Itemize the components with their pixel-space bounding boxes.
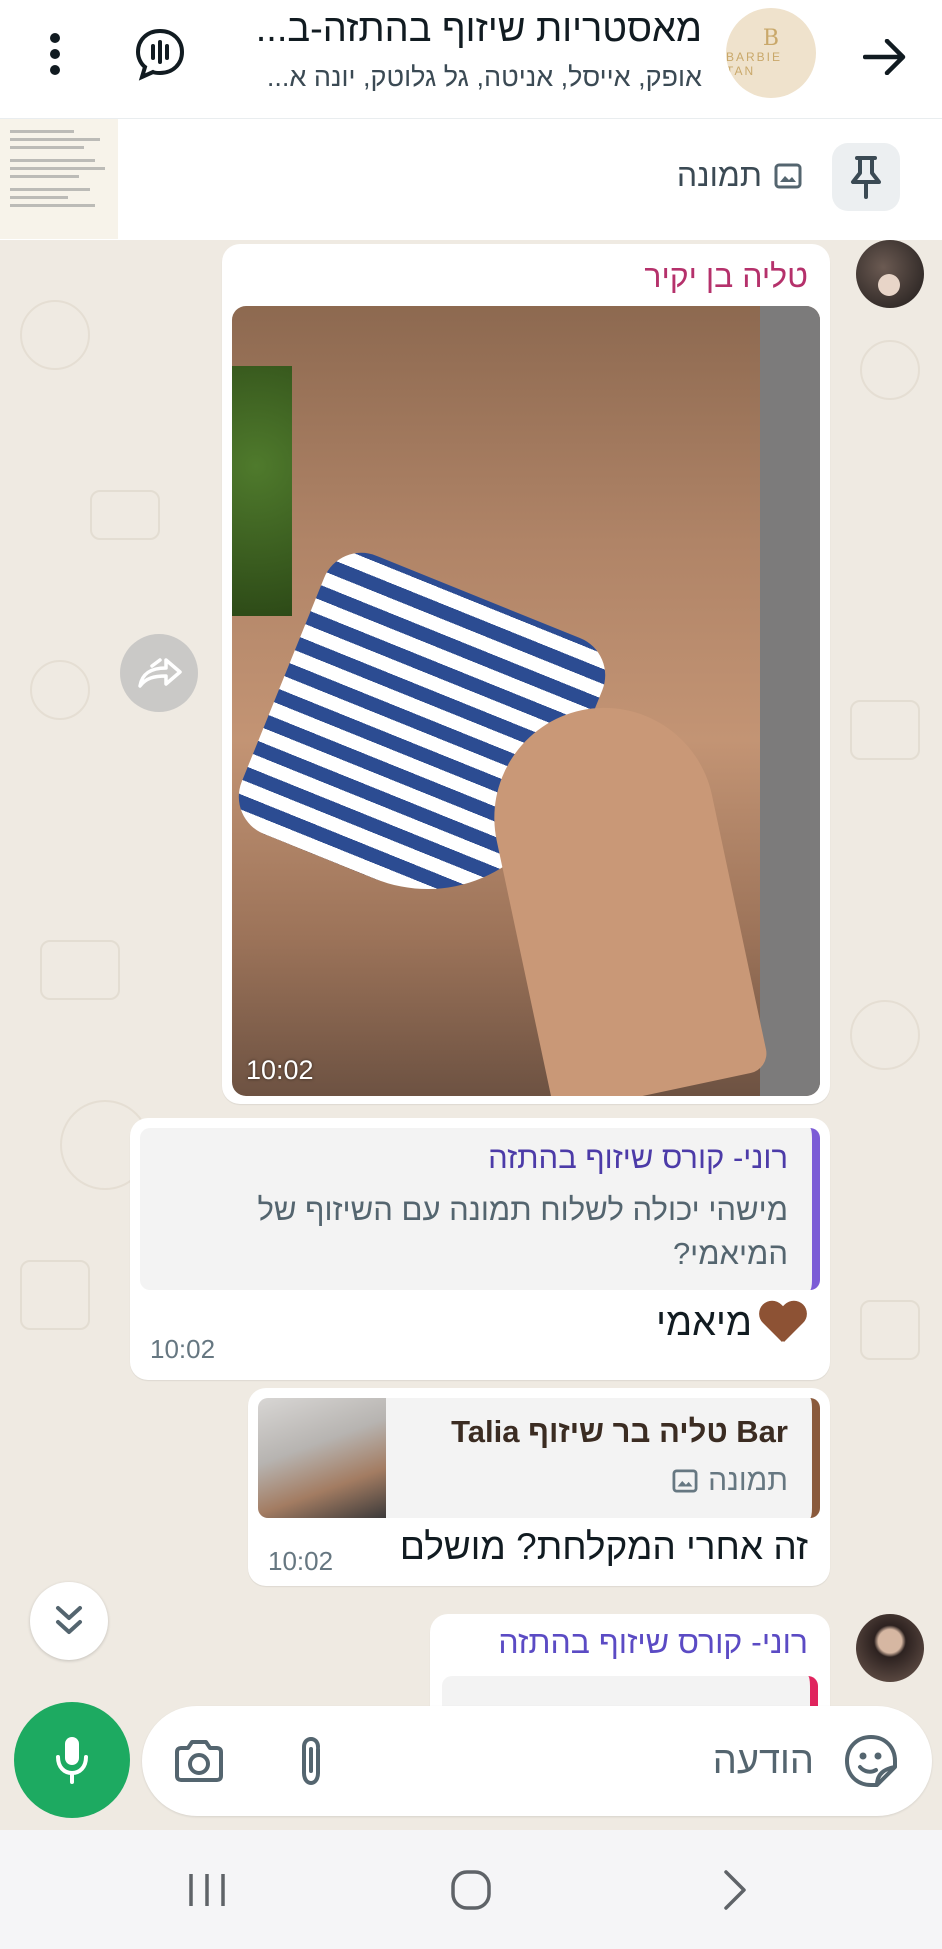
chat-participants[interactable]: אופק, אייסל, אניטה, גל גלוטק, יונה א... — [202, 62, 702, 93]
wallpaper-doodle — [40, 940, 120, 1000]
wallpaper-doodle — [30, 660, 90, 720]
sticker-button[interactable] — [840, 1730, 902, 1792]
pinned-message-bar[interactable]: תמונה — [0, 118, 942, 240]
voice-message-button[interactable] — [14, 1702, 130, 1818]
message-text-row: מיאמי — [656, 1300, 808, 1346]
photo-content — [232, 366, 292, 616]
avatar-logo-letter: B — [762, 26, 780, 51]
voice-chat-button[interactable] — [128, 22, 192, 86]
forward-button[interactable] — [120, 634, 198, 712]
attach-button[interactable] — [282, 1732, 340, 1790]
message-text: זה אחרי המקלחת? מושלם — [399, 1526, 808, 1567]
sender-avatar[interactable] — [856, 240, 924, 308]
message-composer — [142, 1706, 932, 1816]
wallpaper-doodle — [850, 1000, 920, 1070]
photo-content — [760, 306, 820, 1096]
wallpaper-doodle — [20, 300, 90, 370]
chat-header: B BARBIE TAN מאסטריות שיזוף בהתזה-ב... א… — [0, 0, 942, 118]
recent-apps-button[interactable] — [172, 1858, 242, 1922]
arrow-right-icon — [863, 39, 906, 75]
more-options-button[interactable] — [30, 22, 80, 86]
chat-title[interactable]: מאסטריות שיזוף בהתזה-ב... — [202, 8, 702, 51]
quoted-message[interactable]: Bar טליה בר שיזוף Talia תמונה — [258, 1398, 820, 1518]
voice-chat-icon — [135, 28, 185, 81]
camera-icon — [175, 1740, 223, 1782]
recent-apps-icon — [189, 1874, 225, 1906]
home-icon — [451, 1870, 491, 1910]
quoted-sender-name: רוני- קורס שיזוף בהתזה — [488, 1140, 788, 1175]
scroll-to-bottom-button[interactable] — [30, 1582, 108, 1660]
pin-icon — [851, 156, 881, 199]
wallpaper-doodle — [850, 700, 920, 760]
quoted-photo-thumbnail — [258, 1398, 386, 1518]
paperclip-icon — [302, 1736, 320, 1786]
mic-icon — [56, 1737, 88, 1784]
system-navigation-bar — [0, 1830, 942, 1949]
home-button[interactable] — [436, 1858, 506, 1922]
quoted-sender-name: Bar טליה בר שיזוף Talia — [451, 1414, 788, 1449]
back-button[interactable] — [850, 22, 920, 92]
message-sender-name[interactable]: רוני- קורס שיזוף בהתזה — [498, 1624, 808, 1661]
quoted-text: מישהי יכולה לשלוח תמונה עם השיזוף של המי… — [257, 1192, 788, 1271]
message-time: 10:02 — [150, 1334, 216, 1364]
message-time: 10:02 — [268, 1546, 334, 1576]
wallpaper-doodle — [860, 1300, 920, 1360]
pinned-message-label-group: תמונה — [677, 157, 802, 194]
quoted-text: תמונה — [708, 1464, 788, 1497]
message-bubble-reply[interactable]: רוני- קורס שיזוף בהתזה מישהי יכולה לשלוח… — [130, 1118, 830, 1380]
pinned-message-thumbnail[interactable] — [0, 119, 118, 239]
image-icon — [774, 163, 802, 188]
sticker-icon — [845, 1735, 897, 1787]
group-avatar[interactable]: B BARBIE TAN — [726, 8, 816, 98]
camera-button[interactable] — [168, 1732, 230, 1790]
message-photo[interactable]: 10:02 — [232, 306, 820, 1096]
double-chevron-down-icon — [56, 1606, 82, 1634]
brown-heart-icon — [758, 1300, 808, 1346]
wallpaper-doodle — [90, 490, 160, 540]
quoted-media-label: תמונה — [672, 1464, 788, 1498]
message-bubble-photo[interactable]: טליה בן יקיר 10:02 — [222, 244, 830, 1104]
message-time: 10:02 — [246, 1055, 314, 1085]
image-icon — [672, 1469, 698, 1493]
avatar-logo-text: BARBIE TAN — [726, 50, 783, 78]
pin-button[interactable] — [832, 143, 900, 211]
forward-icon — [138, 658, 182, 688]
wallpaper-doodle — [860, 340, 920, 400]
back-system-button[interactable] — [700, 1858, 770, 1922]
photo-content — [473, 687, 771, 1096]
message-input[interactable] — [514, 1732, 814, 1790]
message-text: מיאמי — [656, 1301, 752, 1344]
message-bubble-reply[interactable]: Bar טליה בר שיזוף Talia תמונה זה אחרי המ… — [248, 1388, 830, 1586]
more-vertical-icon — [50, 33, 60, 75]
sender-avatar[interactable] — [856, 1614, 924, 1682]
quoted-message[interactable]: רוני- קורס שיזוף בהתזה מישהי יכולה לשלוח… — [140, 1128, 820, 1290]
chevron-right-icon — [724, 1870, 746, 1910]
wallpaper-doodle — [20, 1260, 90, 1330]
message-sender-name[interactable]: טליה בן יקיר — [644, 258, 808, 295]
pinned-message-label: תמונה — [676, 157, 762, 193]
